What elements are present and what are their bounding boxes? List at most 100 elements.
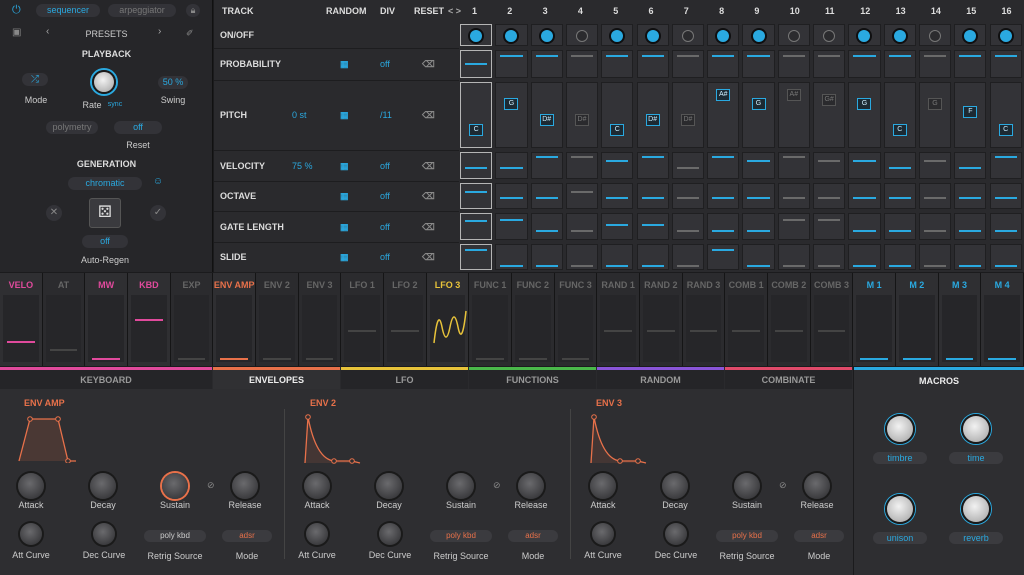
edit-icon[interactable]: ✐ (186, 28, 194, 39)
step-cell-velocity[interactable] (636, 152, 669, 179)
macro-label-reverb[interactable]: reverb (949, 532, 1003, 544)
step-cell-probability[interactable] (742, 50, 775, 78)
discard-icon[interactable]: ✕ (46, 205, 62, 221)
env-mode-select[interactable]: adsr (794, 530, 844, 542)
step-toggle-dot[interactable] (717, 30, 730, 42)
step-cell-octave[interactable] (848, 183, 881, 209)
step-cell-gatelen[interactable] (918, 213, 952, 240)
step-toggle-dot[interactable] (611, 30, 624, 42)
step-cell-velocity[interactable] (848, 152, 881, 179)
mod-source-exp[interactable]: EXP (170, 273, 214, 366)
retrig-source-select[interactable]: poly kbd (144, 530, 206, 542)
step-cell-velocity[interactable] (707, 152, 740, 179)
preset-next-button[interactable]: › (158, 26, 161, 37)
attack-knob[interactable] (18, 473, 44, 499)
release-knob[interactable] (518, 473, 544, 499)
shuffle-icon[interactable]: ⤮ (22, 73, 48, 86)
step-cell-gatelen[interactable] (742, 213, 775, 240)
step-cell-octave[interactable] (601, 183, 634, 209)
scale-select[interactable]: chromatic (68, 177, 142, 190)
div-value[interactable]: off (380, 222, 390, 232)
step-cell-onoff[interactable] (565, 24, 599, 46)
step-cell-pitch[interactable]: G# (813, 82, 846, 148)
reset-icon[interactable]: ⌫ (422, 110, 435, 121)
step-cell-pitch[interactable]: D# (565, 82, 599, 148)
step-cell-octave[interactable] (530, 183, 563, 209)
step-cell-slide[interactable] (813, 244, 846, 270)
random-icon[interactable]: ▦ (340, 110, 349, 121)
step-cell-probability[interactable] (954, 50, 987, 78)
step-cell-onoff[interactable] (707, 24, 740, 46)
div-value[interactable]: /11 (380, 110, 392, 120)
step-cell-octave[interactable] (460, 183, 493, 209)
step-cell-gatelen[interactable] (530, 213, 563, 240)
step-cell-onoff[interactable] (671, 24, 705, 46)
pitch-note[interactable]: G# (822, 94, 837, 107)
step-toggle-dot[interactable] (964, 30, 977, 42)
pitch-note[interactable]: D# (680, 114, 695, 127)
step-cell-pitch[interactable]: C (989, 82, 1022, 148)
step-cell-velocity[interactable] (954, 152, 987, 179)
step-toggle-dot[interactable] (893, 30, 906, 42)
macro-knob-reverb[interactable] (963, 496, 989, 522)
mod-source-m-3[interactable]: M 3 (938, 273, 982, 366)
step-cell-onoff[interactable] (601, 24, 634, 46)
step-cell-velocity[interactable] (918, 152, 952, 179)
step-nav-arrows[interactable]: < > (448, 0, 461, 22)
step-cell-onoff[interactable] (989, 24, 1022, 46)
macro-label-time[interactable]: time (949, 452, 1003, 464)
step-toggle-dot[interactable] (540, 30, 553, 42)
mod-source-comb-3[interactable]: COMB 3 (810, 273, 854, 366)
step-cell-pitch[interactable]: D# (530, 82, 563, 148)
step-toggle-dot[interactable] (929, 30, 942, 42)
step-cell-pitch[interactable]: C (883, 82, 916, 148)
pitch-note[interactable]: D# (575, 114, 590, 127)
pitch-note[interactable]: C (469, 123, 484, 136)
step-cell-gatelen[interactable] (777, 213, 810, 240)
div-value[interactable]: off (380, 161, 390, 171)
step-cell-pitch[interactable]: G (742, 82, 775, 148)
step-cell-slide[interactable] (883, 244, 916, 270)
step-cell-slide[interactable] (636, 244, 669, 270)
step-cell-pitch[interactable]: D# (636, 82, 669, 148)
step-cell-octave[interactable] (777, 183, 810, 209)
step-cell-velocity[interactable] (813, 152, 846, 179)
step-cell-octave[interactable] (813, 183, 846, 209)
env-mode-select[interactable]: adsr (508, 530, 558, 542)
reset-icon[interactable]: ⌫ (422, 59, 435, 70)
step-cell-probability[interactable] (565, 50, 599, 78)
tab-sequencer[interactable]: sequencer (36, 4, 100, 17)
dec-curve-knob[interactable] (379, 523, 401, 545)
step-cell-octave[interactable] (918, 183, 952, 209)
polymetry-toggle[interactable]: polymetry (46, 121, 98, 134)
mod-source-func-1[interactable]: FUNC 1 (469, 273, 512, 366)
step-cell-gatelen[interactable] (636, 213, 669, 240)
env-mode-select[interactable]: adsr (222, 530, 272, 542)
step-cell-gatelen[interactable] (954, 213, 987, 240)
decay-knob[interactable] (376, 473, 402, 499)
retrig-source-select[interactable]: poly kbd (430, 530, 492, 542)
macro-knob-timbre[interactable] (887, 416, 913, 442)
swing-value[interactable]: 50 % (158, 76, 188, 89)
step-toggle-dot[interactable] (752, 30, 765, 42)
step-cell-pitch[interactable]: C (460, 82, 493, 148)
step-cell-pitch[interactable]: G (918, 82, 952, 148)
step-cell-pitch[interactable]: G (495, 82, 528, 148)
retrig-source-select[interactable]: poly kbd (716, 530, 778, 542)
step-cell-pitch[interactable]: G (848, 82, 881, 148)
step-toggle-dot[interactable] (470, 30, 483, 42)
mod-source-comb-2[interactable]: COMB 2 (768, 273, 811, 366)
pitch-note[interactable]: C (892, 123, 907, 136)
att-curve-knob[interactable] (20, 523, 42, 545)
step-cell-gatelen[interactable] (601, 213, 634, 240)
reset-icon[interactable]: ⌫ (422, 222, 435, 233)
dec-curve-knob[interactable] (665, 523, 687, 545)
reset-icon[interactable]: ⌫ (422, 191, 435, 202)
accept-icon[interactable]: ✓ (150, 205, 166, 221)
step-cell-gatelen[interactable] (460, 213, 493, 240)
pitch-note[interactable]: C (998, 123, 1013, 136)
mod-source-env-amp[interactable]: ENV AMP (213, 273, 256, 366)
step-toggle-dot[interactable] (505, 30, 518, 42)
reset-icon[interactable]: ⌫ (422, 161, 435, 172)
step-cell-slide[interactable] (989, 244, 1022, 270)
